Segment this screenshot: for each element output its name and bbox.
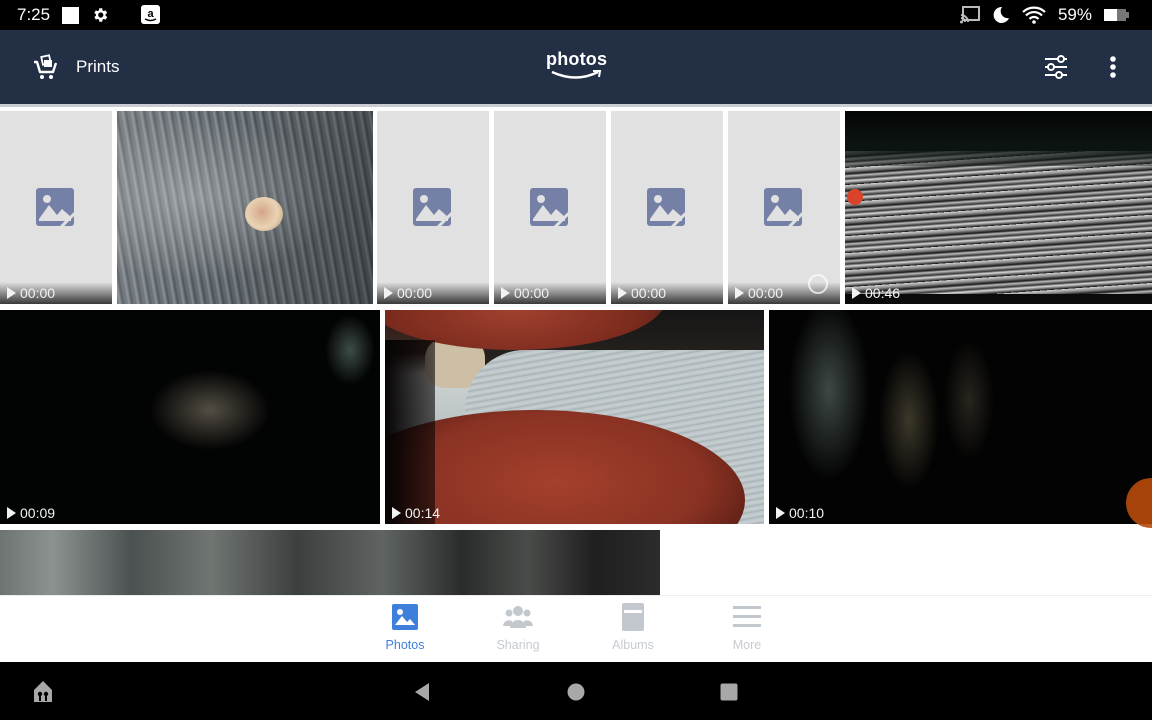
people-icon (503, 606, 533, 628)
video-duration: 00:09 (7, 505, 55, 521)
video-tile[interactable]: 00:09 (0, 310, 380, 524)
home-launcher-icon[interactable] (31, 680, 55, 704)
hamburger-menu-icon (733, 606, 761, 627)
tab-label: More (732, 638, 762, 652)
video-tile[interactable]: 00:46 (845, 111, 1152, 304)
photo-grid: 00:00 00:00 00:00 00:00 00:00 00:46 00:0… (0, 107, 1152, 595)
video-tile[interactable] (0, 530, 660, 595)
album-icon (622, 603, 644, 631)
status-bar: 7:25 a 59% (0, 0, 1152, 30)
tab-albums[interactable]: Albums (588, 602, 678, 658)
photos-icon (392, 604, 418, 630)
battery-icon (1104, 9, 1129, 21)
tab-label: Albums (612, 638, 654, 652)
svg-text:a: a (147, 8, 154, 20)
tab-label: Photos (385, 638, 425, 652)
app-header: Prints photos (0, 30, 1152, 104)
tab-sharing[interactable]: Sharing (473, 602, 563, 658)
tab-label: Sharing (496, 638, 540, 652)
wifi-icon (1022, 6, 1046, 24)
play-icon (618, 287, 627, 299)
video-tile[interactable]: 00:00 (494, 111, 606, 304)
broken-image-icon (764, 187, 805, 229)
tab-photos[interactable]: Photos (360, 602, 450, 658)
home-icon[interactable] (567, 683, 585, 701)
play-icon (735, 287, 744, 299)
play-icon (776, 507, 785, 519)
play-icon (7, 287, 16, 299)
logo-text: photos (546, 49, 608, 69)
video-duration: 00:00 (7, 285, 55, 301)
filter-sliders-icon[interactable] (1042, 52, 1070, 82)
video-duration: 00:46 (852, 285, 900, 301)
prints-label: Prints (76, 57, 120, 76)
do-not-disturb-moon-icon (993, 6, 1009, 23)
amazon-photos-logo: photos (546, 49, 608, 85)
play-icon (7, 507, 16, 519)
video-tile[interactable]: 00:00 (0, 111, 112, 304)
battery-percent: 59% (1057, 5, 1092, 24)
broken-image-icon (647, 187, 688, 229)
video-tile[interactable]: 00:00 (377, 111, 489, 304)
prints-button[interactable]: Prints (32, 52, 119, 82)
play-icon (392, 507, 401, 519)
system-nav-bar (0, 662, 1152, 720)
play-icon (501, 287, 510, 299)
video-duration: 00:00 (735, 285, 783, 301)
back-icon[interactable] (413, 683, 431, 701)
play-icon (852, 287, 861, 299)
video-tile[interactable]: 00:10 (769, 310, 1152, 524)
clock: 7:25 (17, 5, 51, 24)
video-duration: 00:00 (618, 285, 666, 301)
screen: 7:25 a 59% Prints photos 00:00 00:00 00:… (0, 0, 1152, 720)
video-duration: 00:14 (392, 505, 440, 521)
thumbnail-button-object (245, 197, 283, 231)
video-tile[interactable]: 00:00 (728, 111, 840, 304)
broken-image-icon (530, 187, 571, 229)
tab-more[interactable]: More (702, 602, 792, 658)
video-duration: 00:10 (776, 505, 824, 521)
video-duration: 00:00 (501, 285, 549, 301)
play-icon (384, 287, 393, 299)
recents-icon[interactable] (720, 683, 738, 701)
amazon-smile-icon (551, 70, 602, 79)
prints-cart-icon (34, 54, 58, 79)
settings-gear-icon (94, 8, 108, 22)
bottom-tab-bar: Photos Sharing Albums More (0, 595, 1152, 662)
square-notification-icon (62, 6, 80, 24)
loading-spinner-icon (808, 274, 828, 294)
more-vertical-icon[interactable] (1102, 52, 1124, 82)
video-tile[interactable]: 00:00 (611, 111, 723, 304)
video-tile[interactable] (117, 111, 373, 304)
video-tile[interactable]: 00:14 (385, 310, 764, 524)
broken-image-icon (413, 187, 454, 229)
cast-icon (959, 6, 980, 24)
amazon-app-icon: a (141, 5, 160, 24)
recording-dot (847, 189, 863, 205)
video-duration: 00:00 (384, 285, 432, 301)
broken-image-icon (36, 187, 77, 229)
